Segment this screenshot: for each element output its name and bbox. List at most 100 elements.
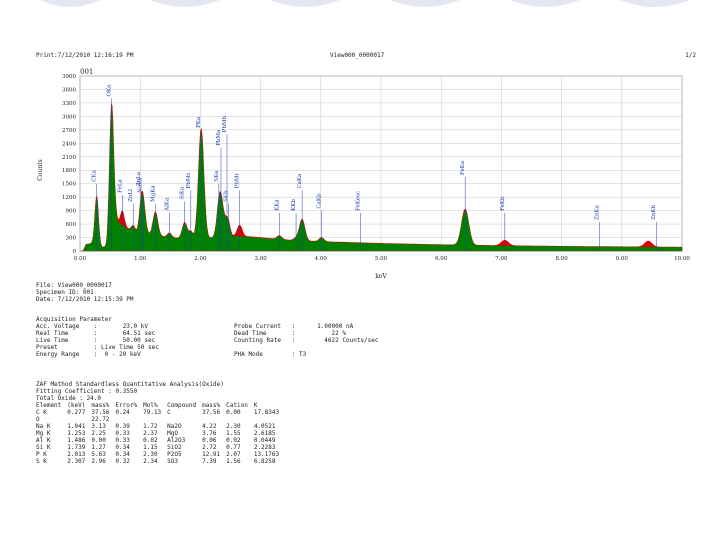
- y-tick-label: 600: [66, 222, 77, 228]
- print-timestamp: Print:7/12/2010 12:16:19 PM: [36, 52, 134, 59]
- col-header: mass%: [202, 402, 221, 409]
- peak-label: ZnKa: [595, 204, 601, 219]
- zaf-heading: ZAF Method Standardless Quantitative Ana…: [36, 381, 224, 388]
- peak-label: MgKa: [150, 185, 156, 202]
- table-cell: 12.91: [202, 451, 221, 458]
- view-name: View000_0000017: [330, 52, 385, 59]
- table-header-row: Element (keV) mass% Error% Mol% Compound ma…: [36, 402, 285, 409]
- acquisition-heading: Acquisition Parameter: [36, 316, 112, 323]
- y-tick-label: 1500: [62, 182, 76, 188]
- table-cell: 2.72: [202, 444, 217, 451]
- table-cell: [143, 416, 167, 423]
- x-tick-label: 8.00: [555, 256, 568, 262]
- table-cell: 3.13: [91, 423, 106, 430]
- table-cell: SO3: [167, 458, 179, 465]
- table-cell: 1.041: [67, 423, 86, 430]
- x-tick-label: 4.00: [315, 256, 328, 262]
- table-cell: Na2O: [167, 423, 182, 430]
- table-cell: Na K: [36, 423, 51, 430]
- specimen-id: Specimen ID: 001: [36, 289, 94, 296]
- y-tick-label: 3000: [62, 114, 76, 120]
- table-cell: 2.013: [67, 451, 86, 458]
- table-cell: 2.30: [143, 451, 158, 458]
- table-cell: 4.22: [202, 423, 217, 430]
- table-cell: [226, 416, 254, 423]
- table-cell: C K: [36, 409, 47, 416]
- table-cell: 1.253: [67, 430, 86, 437]
- table-cell: 1.15: [143, 444, 158, 451]
- y-tick-label: 0: [73, 249, 77, 255]
- x-tick-label: 3.00: [254, 256, 267, 262]
- acquisition-params-left: Acc. Voltage : 23.0 kV Real Time : 64.51…: [36, 323, 159, 358]
- table-cell: 0.02: [226, 437, 241, 444]
- x-axis-label: keV: [375, 273, 387, 280]
- table-row: S K 2.307 2.96 0.32 2.34 SO3 7.39 1.56 6.8258: [36, 458, 285, 465]
- peak-label: SKa: [214, 170, 220, 182]
- x-tick-label: 5.00: [375, 256, 388, 262]
- table-cell: 7.39: [202, 458, 217, 465]
- table-cell: [167, 416, 202, 423]
- y-tick-label: 2400: [62, 141, 76, 147]
- table-cell: 17.8343: [253, 409, 280, 416]
- table-cell: 1.739: [67, 444, 86, 451]
- table-cell: Al2O3: [167, 437, 186, 444]
- peak-label: CaKa: [297, 173, 303, 189]
- acquisition-params-right: Probe Current : 1.00000 nA Dead Time : 2…: [234, 323, 379, 358]
- table-cell: 0.33: [115, 437, 130, 444]
- y-tick-label: 900: [66, 209, 77, 215]
- total-oxide: Total Oxide : 24.0: [36, 395, 102, 402]
- table-row: Mg K 1.253 2.25 0.33 2.37 MgO 3.76 1.55 2.6185: [36, 430, 285, 437]
- peak-label: PKa: [196, 116, 202, 128]
- zaf-results-table: Element (keV) mass% Error% Mol% Compound ma…: [36, 402, 285, 465]
- peak-label: ZnLl: [128, 189, 134, 202]
- table-cell: 3.76: [202, 430, 217, 437]
- table-cell: P K: [36, 451, 47, 458]
- chart-grid: [79, 75, 683, 252]
- table-cell: Si K: [36, 444, 51, 451]
- table-row: O 22.72: [36, 416, 285, 423]
- table-cell: 1.486: [67, 437, 86, 444]
- y-tick-label: 2100: [62, 155, 76, 161]
- table-row: C K 0.277 37.56 0.24 79.13 C 37.56 0.00 17.8343: [36, 409, 285, 416]
- table-cell: P2O5: [167, 451, 182, 458]
- peak-label: KKa: [274, 199, 280, 211]
- table-cell: 1.72: [143, 423, 158, 430]
- table-cell: 0.39: [115, 423, 130, 430]
- x-tick-label: 6.00: [435, 256, 448, 262]
- y-tick-label: 2700: [62, 128, 76, 134]
- table-cell: [67, 416, 91, 423]
- top-decoration: [40, 0, 690, 7]
- table-cell: 0.24: [115, 409, 130, 416]
- table-cell: 2.37: [143, 430, 158, 437]
- peak-label: ZnLa: [136, 171, 142, 186]
- col-header: Mol%: [143, 402, 158, 409]
- peak-label: FeLa: [117, 178, 123, 192]
- table-cell: 0.77: [226, 444, 241, 451]
- y-axis-label: Counts: [37, 159, 44, 180]
- table-cell: 4.0521: [253, 423, 276, 430]
- peak-label: FeKesc: [356, 191, 362, 211]
- y-tick-label: 3600: [62, 87, 76, 93]
- table-cell: 37.56: [202, 409, 221, 416]
- table-cell: 0.32: [115, 458, 130, 465]
- table-cell: 0.34: [115, 451, 130, 458]
- table-cell: 2.96: [91, 458, 106, 465]
- table-row: Si K 1.739 1.27 0.34 1.15 SiO2 2.72 0.77 2.2283: [36, 444, 285, 451]
- peak-label: AlKa: [164, 197, 170, 212]
- col-header: (keV): [67, 402, 86, 409]
- x-tick-label: 0.00: [74, 256, 87, 262]
- table-cell: 2.07: [226, 451, 241, 458]
- table-cell: 0.02: [143, 437, 158, 444]
- table-cell: 6.8258: [253, 458, 276, 465]
- file-info: File: View000_0000017 Specimen ID: 001 Dat…: [36, 282, 134, 303]
- peak-label: CKa: [92, 169, 98, 181]
- table-cell: 1.55: [226, 430, 241, 437]
- table-cell: Mg K: [36, 430, 51, 437]
- y-tick-label: 3900: [62, 74, 76, 80]
- table-cell: 1.27: [91, 444, 106, 451]
- peak-label: PbMz: [186, 173, 192, 189]
- table-cell: 0.277: [67, 409, 86, 416]
- table-cell: S K: [36, 458, 47, 465]
- fitting-coefficient: Fitting Coefficient : 0.3550: [36, 388, 138, 395]
- table-cell: 22.72: [91, 416, 110, 423]
